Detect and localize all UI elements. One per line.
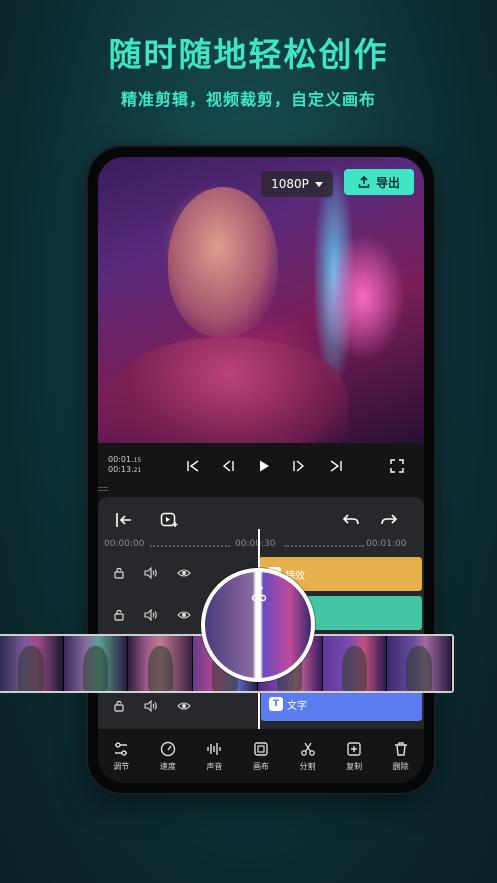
- caret-down-icon: [314, 181, 323, 187]
- promo-headline: 随时随地轻松创作: [108, 35, 389, 74]
- track-controls-effects: [98, 555, 206, 591]
- duplicate-icon: [347, 741, 361, 756]
- exit-icon: [116, 513, 131, 527]
- lock-icon[interactable]: [113, 609, 125, 621]
- ruler-mark-0: 00:00:00: [104, 539, 145, 549]
- prev-frame-icon: [222, 460, 234, 472]
- split-scissors-icon[interactable]: [250, 586, 268, 602]
- canvas-icon: [254, 741, 268, 756]
- scissors-icon: [300, 742, 315, 756]
- volume-icon[interactable]: [144, 700, 158, 712]
- tool-adjust-label: 调节: [113, 761, 130, 771]
- tool-speed[interactable]: 速度: [148, 741, 188, 772]
- sliders-icon: [115, 741, 128, 756]
- resolution-label: 1080P: [271, 177, 309, 191]
- export-label: 导出: [375, 175, 400, 190]
- exit-edit-button[interactable]: [113, 509, 135, 531]
- filmstrip-frame: [322, 636, 388, 691]
- skip-start-icon: [187, 460, 199, 472]
- lock-icon[interactable]: [113, 567, 125, 579]
- filmstrip-frame: [387, 636, 452, 691]
- resolution-dropdown[interactable]: 1080P: [261, 171, 333, 197]
- fullscreen-button[interactable]: [388, 457, 406, 475]
- trash-icon: [394, 741, 407, 756]
- add-media-icon: [160, 512, 178, 527]
- redo-button[interactable]: [378, 509, 400, 531]
- tool-duplicate-label: 复制: [346, 761, 363, 771]
- tool-speed-label: 速度: [159, 761, 176, 771]
- tool-duplicate[interactable]: 复制: [334, 741, 374, 772]
- total-time-frames: 21: [133, 467, 142, 474]
- next-frame-button[interactable]: [290, 457, 308, 475]
- drag-handle[interactable]: [98, 487, 108, 491]
- undo-icon: [343, 514, 359, 525]
- skip-end-icon: [330, 460, 342, 472]
- track-controls-stickers: [98, 597, 206, 633]
- add-media-button[interactable]: [158, 509, 180, 531]
- tool-audio[interactable]: 声音: [194, 741, 234, 772]
- tool-split-label: 分割: [299, 761, 316, 771]
- export-button[interactable]: 导出: [344, 169, 414, 195]
- fullscreen-icon: [390, 459, 404, 473]
- total-time-value: 00:13: [108, 465, 132, 474]
- playback-controls: 00:01.15 00:13.21: [98, 443, 424, 489]
- skip-start-button[interactable]: [184, 457, 202, 475]
- tool-split[interactable]: 分割: [288, 741, 328, 772]
- volume-icon[interactable]: [144, 567, 158, 579]
- lock-icon[interactable]: [113, 700, 125, 712]
- current-time-value: 00:01: [108, 455, 132, 464]
- ruler-mark-1: 00:00:30: [235, 539, 276, 549]
- promo-subline: 精准剪辑，视频裁剪，自定义画布: [120, 90, 376, 109]
- current-time-frames: 15: [133, 457, 142, 464]
- tool-canvas-label: 画布: [252, 761, 269, 771]
- tool-audio-label: 声音: [206, 761, 223, 771]
- tool-adjust[interactable]: 调节: [101, 741, 141, 772]
- eye-icon[interactable]: [176, 610, 191, 620]
- play-icon: [260, 460, 269, 472]
- track-controls-text: [98, 688, 206, 724]
- video-preview[interactable]: 1080P 导出: [98, 157, 424, 457]
- eye-icon[interactable]: [176, 568, 191, 578]
- filmstrip-frame: [0, 636, 64, 691]
- tool-delete[interactable]: 删除: [381, 741, 421, 772]
- ruler-mark-2: 00:01:00: [366, 539, 407, 549]
- current-time: 00:01.15: [108, 455, 142, 464]
- filmstrip-frame: [128, 636, 194, 691]
- upload-icon: [358, 176, 370, 188]
- ruler-ticks: [284, 545, 364, 547]
- speedometer-icon: [160, 741, 176, 756]
- play-button[interactable]: [255, 457, 273, 475]
- audio-wave-icon: [207, 742, 222, 755]
- tool-delete-label: 删除: [392, 761, 409, 771]
- skip-end-button[interactable]: [327, 457, 345, 475]
- ruler-ticks: [150, 545, 230, 547]
- eye-icon[interactable]: [176, 701, 191, 711]
- tool-canvas[interactable]: 画布: [241, 741, 281, 772]
- prev-frame-button[interactable]: [219, 457, 237, 475]
- text-icon: T: [269, 697, 283, 711]
- filmstrip-frame: [63, 636, 129, 691]
- subject-face: [168, 187, 278, 337]
- total-time: 00:13.21: [108, 465, 142, 474]
- subject-body: [108, 337, 348, 457]
- edit-toolbar: 调节 速度 声音 画布 分割 复制 删除: [98, 729, 424, 783]
- volume-icon[interactable]: [144, 609, 158, 621]
- next-frame-icon: [293, 460, 305, 472]
- text-clip-label: 文字: [287, 700, 307, 712]
- redo-icon: [381, 514, 397, 525]
- undo-button[interactable]: [340, 509, 362, 531]
